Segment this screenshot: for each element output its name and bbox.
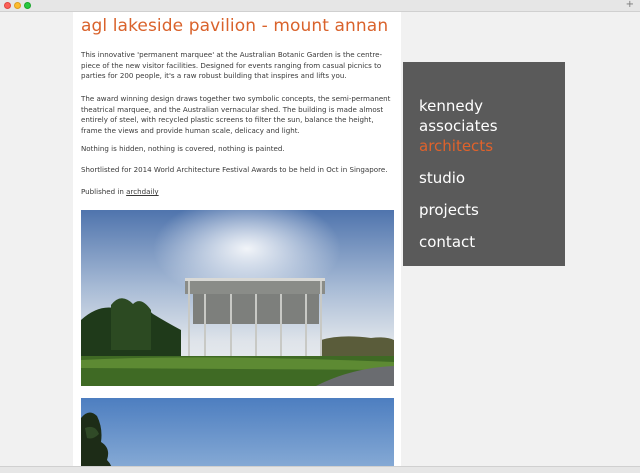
sidebar-panel: kennedy associates architects studio pro… [403, 62, 565, 266]
pavilion-photo-2[interactable] [81, 398, 394, 466]
page-title: agl lakeside pavilion - mount annan [81, 16, 389, 36]
brand-line-associates: associates [419, 117, 498, 135]
brand-line-kennedy: kennedy [419, 97, 484, 115]
article-paragraph: This innovative 'permanent marquee' at t… [81, 50, 383, 80]
minimize-window-button[interactable] [14, 2, 21, 9]
horizontal-scrollbar[interactable] [0, 466, 640, 473]
nav-item-projects[interactable]: projects [419, 201, 479, 219]
brand-line-architects: architects [419, 137, 494, 155]
zoom-window-button[interactable] [24, 2, 31, 9]
plus-icon[interactable]: + [626, 0, 634, 11]
brand-logo[interactable]: kennedy associates architects [419, 96, 498, 156]
article-content: agl lakeside pavilion - mount annan This… [73, 12, 401, 466]
nav-item-studio[interactable]: studio [419, 169, 465, 187]
nav-item-contact[interactable]: contact [419, 233, 475, 251]
browser-titlebar: + [0, 0, 640, 12]
archdaily-link[interactable]: archdaily [126, 187, 159, 196]
close-window-button[interactable] [4, 2, 11, 9]
published-line: Published in archdaily [81, 187, 395, 198]
published-prefix: Published in [81, 187, 124, 196]
article-paragraph: Shortlisted for 2014 World Architecture … [81, 165, 388, 174]
article-paragraph: The award winning design draws together … [81, 94, 391, 135]
article-paragraph: Nothing is hidden, nothing is covered, n… [81, 144, 285, 153]
pavilion-photo[interactable] [81, 210, 394, 386]
